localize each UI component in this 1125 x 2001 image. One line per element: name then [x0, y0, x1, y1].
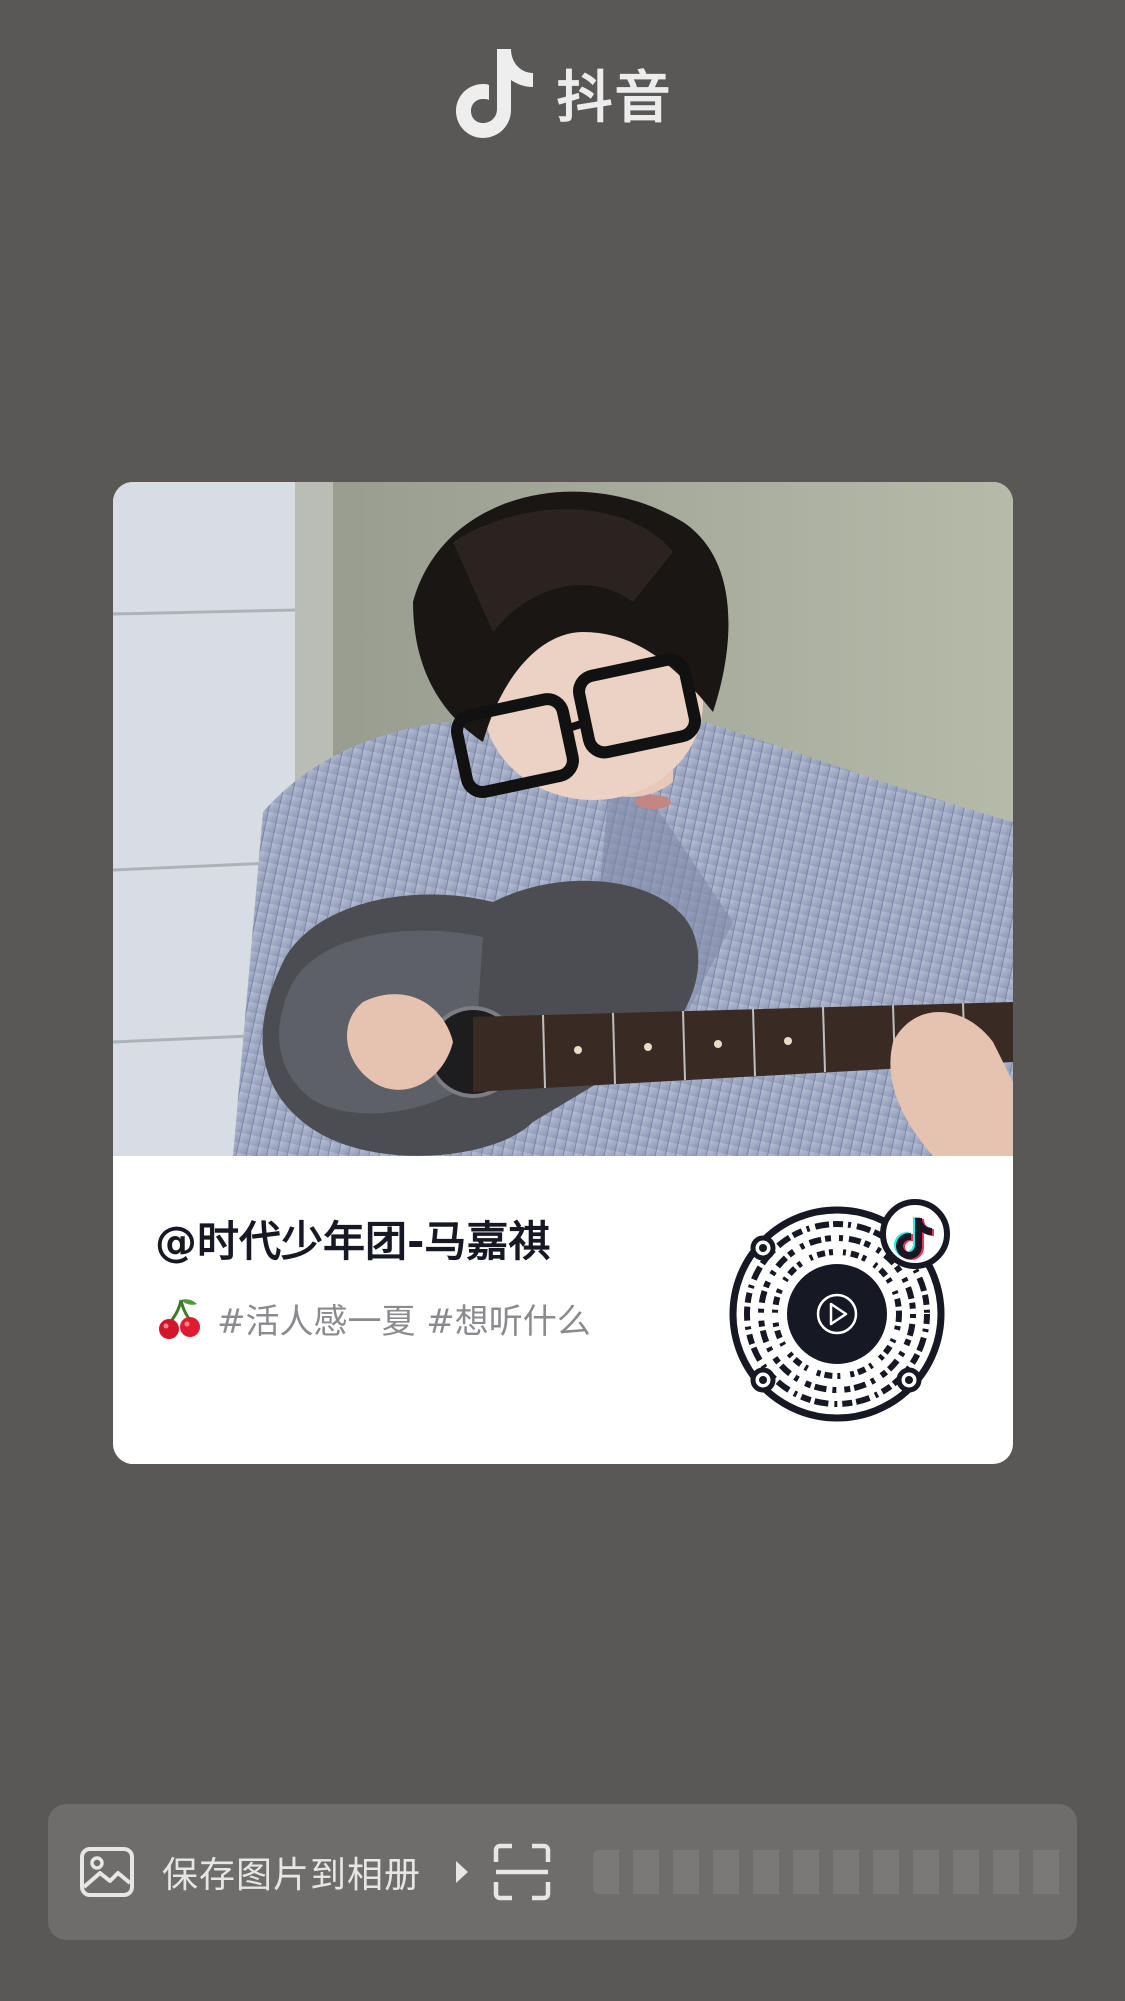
scan-icon[interactable] — [492, 1842, 552, 1902]
save-label: 保存图片到相册 — [162, 1855, 422, 1896]
brand-header: 抖音 — [0, 38, 1125, 148]
image-icon — [80, 1847, 134, 1897]
author-name[interactable]: @时代少年团-马嘉祺 — [155, 1208, 550, 1269]
action-bar: 保存图片到相册 — [48, 1804, 1077, 1940]
app-name: 抖音 — [556, 65, 673, 131]
faded-hint — [593, 1850, 1073, 1894]
hashtags[interactable]: #活人感一夏 #想听什么 — [217, 1294, 591, 1343]
caption: #活人感一夏 #想听什么 — [157, 1294, 591, 1343]
triangle-right-icon — [456, 1861, 469, 1883]
cover-photo[interactable] — [113, 482, 1013, 1156]
share-card[interactable]: @时代少年团-马嘉祺 #活人感一夏 #想听什么 — [113, 482, 1013, 1464]
douyin-note-icon — [455, 49, 533, 138]
qr-badge-douyin-icon — [880, 1199, 950, 1269]
qr-code-icon[interactable] — [725, 1192, 961, 1428]
save-to-album-button[interactable]: 保存图片到相册 — [78, 1804, 471, 1940]
cherry-icon — [159, 1298, 200, 1339]
